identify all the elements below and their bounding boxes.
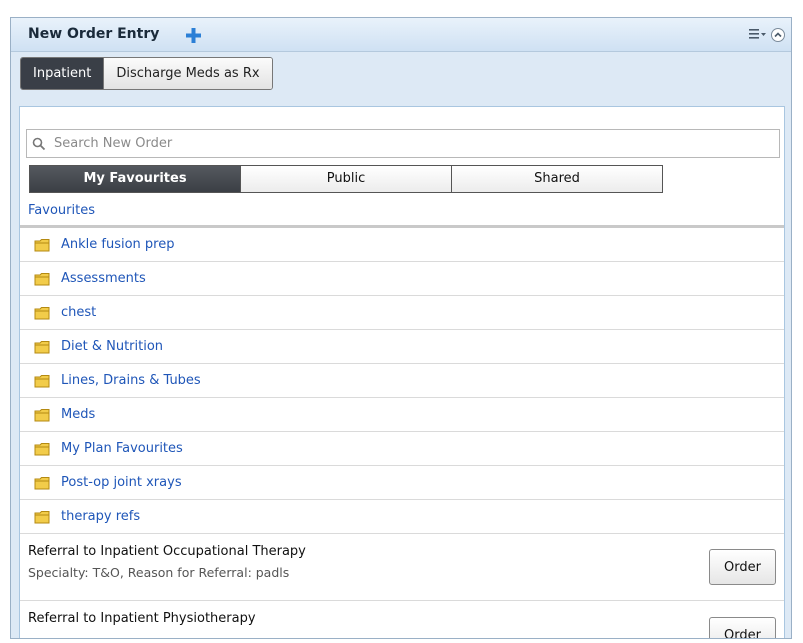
folder-item-assessments[interactable]: Assessments	[20, 262, 784, 296]
hamburger-menu-icon[interactable]	[749, 27, 767, 41]
order-button[interactable]: Order	[709, 549, 776, 585]
order-title: Referral to Inpatient Occupational Thera…	[28, 544, 306, 559]
folder-label: Assessments	[61, 271, 146, 286]
order-context-tabs: Inpatient Discharge Meds as Rx	[20, 57, 273, 90]
folder-label: chest	[61, 305, 97, 320]
folder-label: Lines, Drains & Tubes	[61, 373, 201, 388]
search-input[interactable]	[52, 130, 779, 157]
order-content-area: My Favourites Public Shared Favourites A…	[19, 106, 785, 638]
tab-inpatient[interactable]: Inpatient	[21, 58, 104, 89]
order-button[interactable]: Order	[709, 617, 776, 638]
folder-icon	[34, 306, 50, 319]
tab-discharge-meds-as-rx[interactable]: Discharge Meds as Rx	[103, 58, 272, 89]
folder-icon	[34, 442, 50, 455]
folder-icon	[34, 510, 50, 523]
folder-item-meds[interactable]: Meds	[20, 398, 784, 432]
segment-shared[interactable]: Shared	[451, 166, 662, 192]
folder-item-my-plan-favourites[interactable]: My Plan Favourites	[20, 432, 784, 466]
folder-item-post-op-joint-xrays[interactable]: Post-op joint xrays	[20, 466, 784, 500]
order-item-occupational-therapy: Referral to Inpatient Occupational Thera…	[20, 534, 784, 601]
segment-my-favourites[interactable]: My Favourites	[30, 166, 240, 192]
folder-icon	[34, 272, 50, 285]
folder-item-ankle-fusion-prep[interactable]: Ankle fusion prep	[20, 228, 784, 262]
folder-item-lines-drains-tubes[interactable]: Lines, Drains & Tubes	[20, 364, 784, 398]
segment-public[interactable]: Public	[240, 166, 451, 192]
order-item-physiotherapy: Referral to Inpatient Physiotherapy Orde…	[20, 601, 784, 638]
folder-label: Ankle fusion prep	[61, 237, 175, 252]
folder-icon	[34, 476, 50, 489]
folder-item-therapy-refs[interactable]: therapy refs	[20, 500, 784, 534]
panel-title: New Order Entry	[28, 26, 160, 42]
new-order-entry-panel: New Order Entry Inpatient Discharge Meds…	[10, 17, 792, 639]
folder-label: My Plan Favourites	[61, 441, 183, 456]
favourites-filter: My Favourites Public Shared	[29, 165, 663, 193]
folder-label: therapy refs	[61, 509, 141, 524]
chevron-up-circle-icon[interactable]	[771, 28, 785, 42]
folder-label: Diet & Nutrition	[61, 339, 164, 354]
order-title: Referral to Inpatient Physiotherapy	[28, 611, 256, 626]
breadcrumb[interactable]: Favourites	[28, 203, 95, 218]
search-icon	[32, 137, 46, 150]
panel-header: New Order Entry	[11, 18, 791, 52]
order-detail: Specialty: T&O, Reason for Referral: pad…	[28, 565, 290, 580]
folder-label: Meds	[61, 407, 96, 422]
favourites-list: Ankle fusion prep Assessments chest Diet…	[20, 228, 784, 638]
folder-icon	[34, 374, 50, 387]
plus-icon[interactable]	[185, 27, 202, 44]
search-box	[26, 129, 780, 158]
folder-icon	[34, 238, 50, 251]
folder-icon	[34, 340, 50, 353]
folder-item-diet-nutrition[interactable]: Diet & Nutrition	[20, 330, 784, 364]
folder-item-chest[interactable]: chest	[20, 296, 784, 330]
folder-icon	[34, 408, 50, 421]
folder-label: Post-op joint xrays	[61, 475, 182, 490]
